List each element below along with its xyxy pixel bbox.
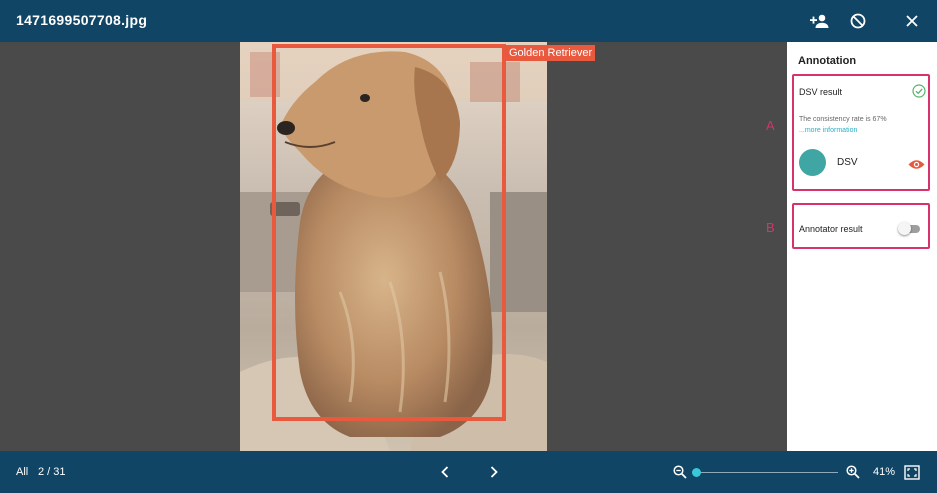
dsv-label: DSV [837, 157, 858, 168]
marker-a: A [766, 118, 775, 133]
close-icon[interactable] [900, 9, 924, 33]
filter-all[interactable]: All [16, 466, 28, 478]
annotator-result-card: Annotator result [792, 203, 930, 249]
eye-icon[interactable] [908, 157, 925, 169]
zoom-level: 41% [873, 466, 896, 478]
image-viewer[interactable]: Golden Retriever [0, 42, 787, 451]
zoom-slider-thumb[interactable] [692, 468, 701, 477]
zoom-out-icon[interactable] [673, 465, 687, 479]
bounding-box[interactable] [272, 44, 506, 421]
panel-title: Annotation [798, 55, 857, 67]
page-counter: 2 / 31 [38, 466, 66, 478]
zoom-slider-track[interactable] [696, 472, 838, 473]
check-circle-icon [912, 84, 926, 98]
dsv-color-dot [799, 149, 826, 176]
file-title: 1471699507708.jpg [16, 12, 148, 28]
bounding-box-label: Golden Retriever [506, 45, 596, 61]
block-icon[interactable] [846, 9, 870, 33]
consistency-rate: The consistency rate is 67% [799, 116, 887, 123]
more-information-link[interactable]: ...more information [799, 127, 857, 134]
annotation-panel: Annotation DSV result The consistency ra… [787, 42, 937, 451]
toggle-knob [898, 222, 911, 235]
annotator-result-title: Annotator result [799, 224, 863, 234]
top-bar: 1471699507708.jpg [0, 0, 937, 42]
person-add-icon[interactable] [808, 9, 832, 33]
fit-screen-icon[interactable] [904, 465, 920, 480]
zoom-in-icon[interactable] [846, 465, 860, 479]
dsv-result-card: DSV result The consistency rate is 67% .… [792, 74, 930, 191]
bottom-bar: All 2 / 31 41% [0, 451, 937, 493]
chevron-right-icon[interactable] [486, 464, 502, 480]
dsv-result-title: DSV result [799, 87, 843, 97]
marker-b: B [766, 220, 775, 235]
chevron-left-icon[interactable] [437, 464, 453, 480]
annotator-result-toggle[interactable] [898, 222, 920, 235]
